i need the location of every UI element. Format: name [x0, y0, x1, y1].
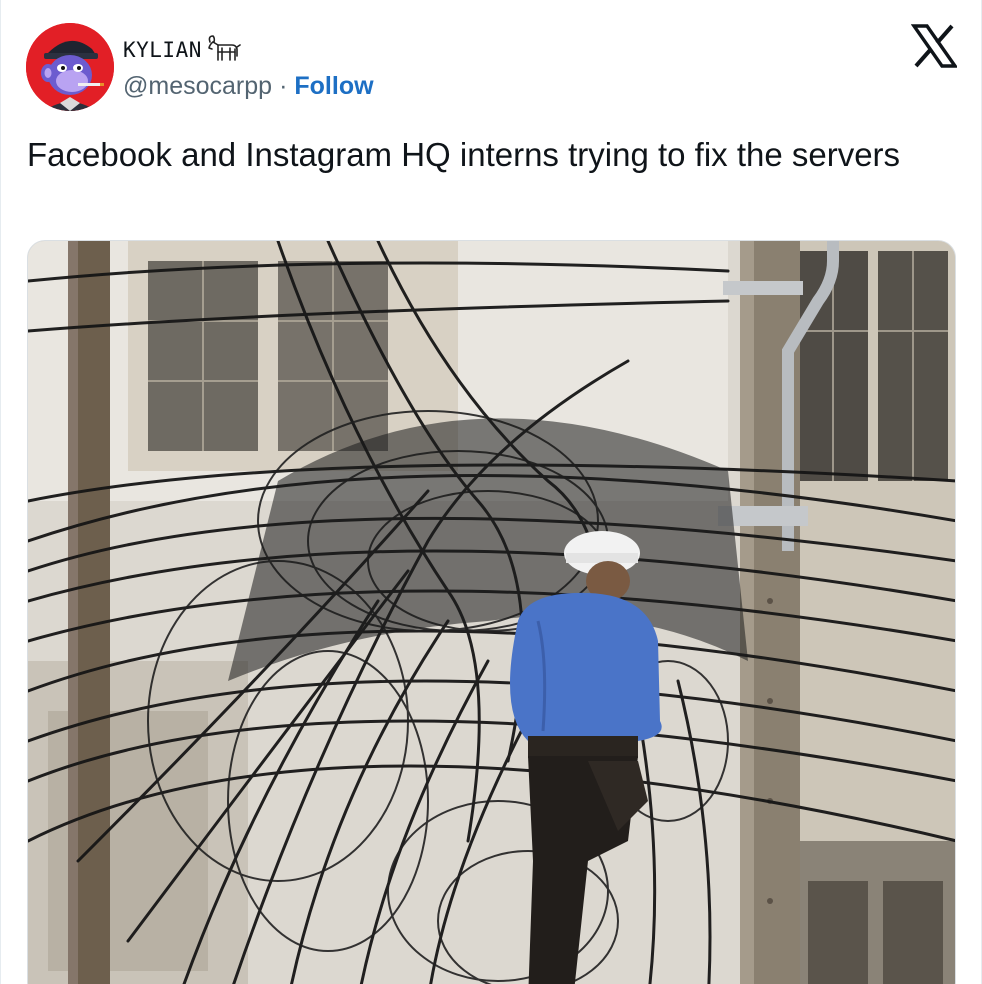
photo-tangled-cables [28, 241, 955, 984]
x-logo-icon[interactable] [911, 24, 957, 68]
tweet-text: Facebook and Instagram HQ interns trying… [27, 136, 901, 173]
ape-avatar-icon [26, 23, 114, 111]
avatar[interactable] [26, 23, 114, 111]
display-name-row[interactable]: KYLIAN [123, 34, 241, 66]
tweet-photo[interactable] [27, 240, 956, 984]
user-handle[interactable]: @mesocarpp [123, 72, 272, 101]
tweet-card: KYLIAN @mesocarpp · Follow Facebook and … [0, 0, 982, 984]
separator-dot: · [279, 72, 288, 100]
display-name[interactable]: KYLIAN [123, 38, 202, 62]
goat-icon [208, 35, 241, 61]
follow-button[interactable]: Follow [294, 72, 373, 101]
handle-row: @mesocarpp · Follow [123, 72, 374, 101]
